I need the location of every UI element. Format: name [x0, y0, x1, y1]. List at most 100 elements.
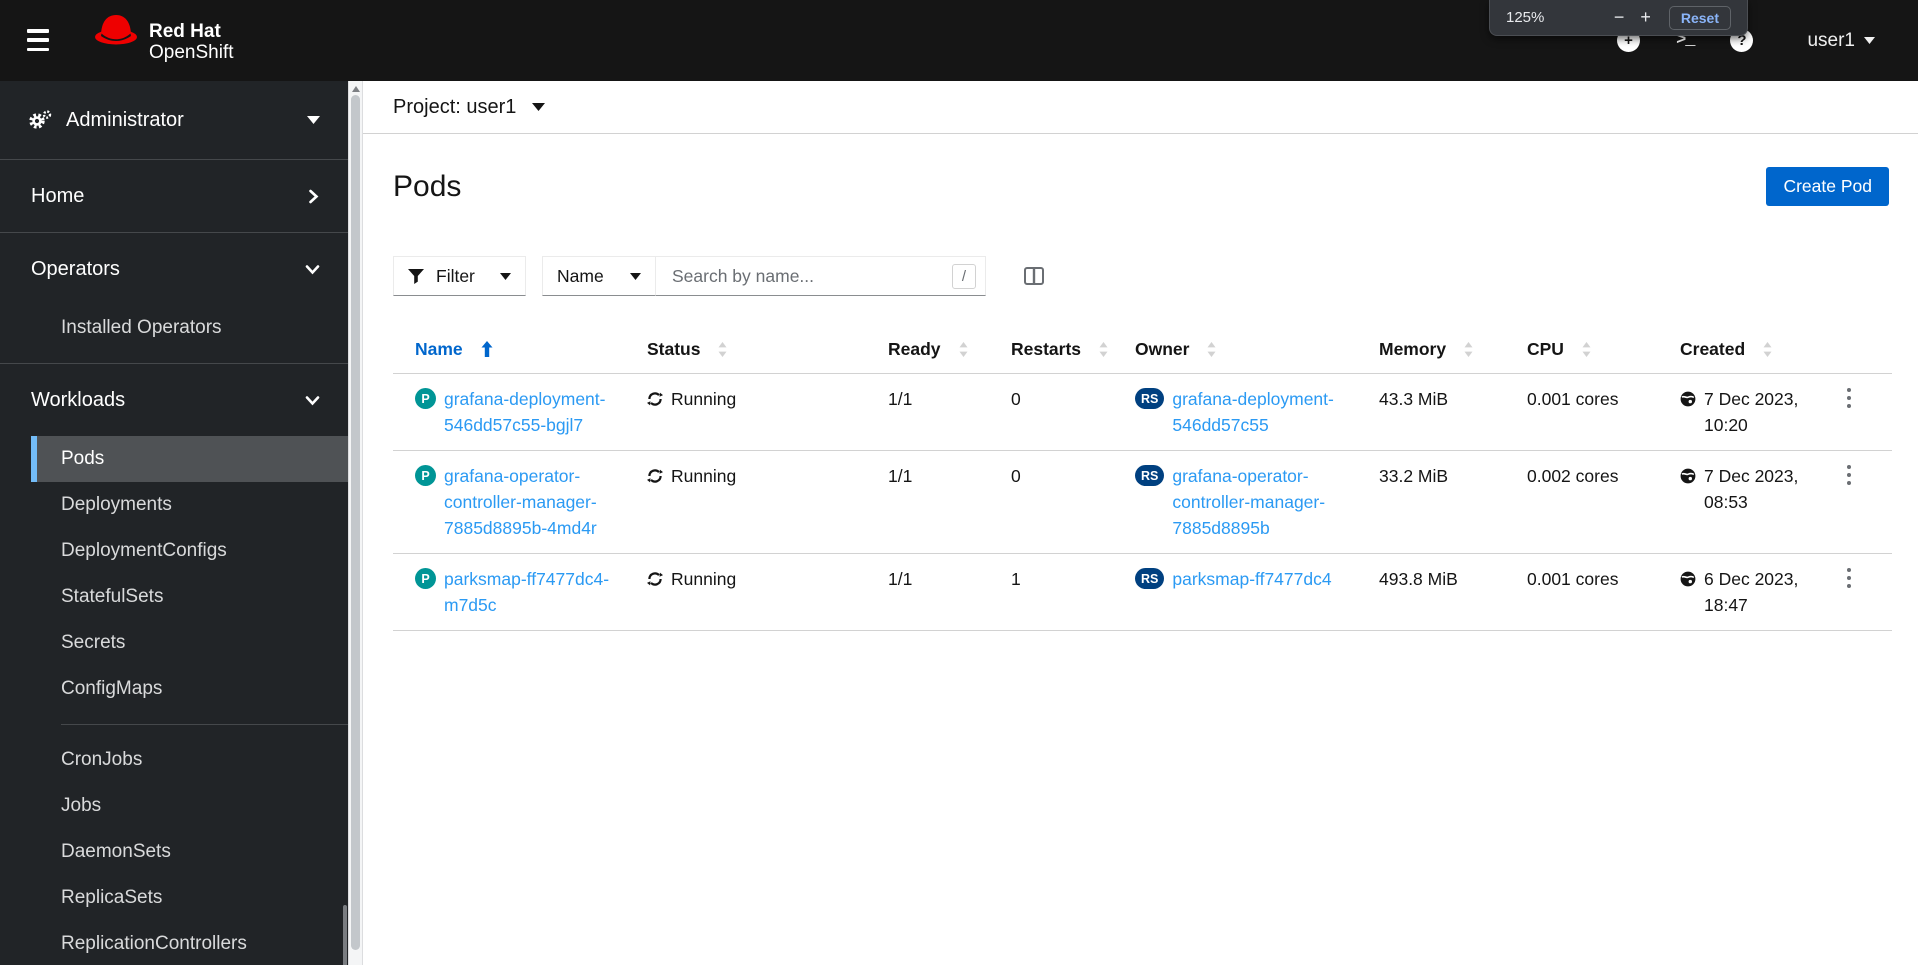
column-header-name[interactable]: Name	[393, 325, 625, 373]
redhat-openshift-logo[interactable]: Red Hat OpenShift	[93, 12, 234, 63]
pod-name-cell: P grafana-deployment-546dd57c55-bgjl7	[393, 374, 625, 450]
perspective-label: Administrator	[66, 108, 184, 131]
running-sync-icon	[647, 468, 663, 484]
page-title: Pods	[393, 170, 462, 203]
owner-link[interactable]: grafana-operator-controller-manager-7885…	[1172, 463, 1347, 541]
kebab-menu-icon[interactable]	[1822, 554, 1851, 592]
cpu-cell: 0.001 cores	[1527, 569, 1619, 589]
ready-cell: 1/1	[888, 466, 913, 486]
caret-down-icon	[500, 272, 511, 280]
sidebar-item-home[interactable]: Home	[0, 160, 348, 232]
pod-badge: P	[415, 388, 436, 409]
column-header-restarts[interactable]: Restarts	[989, 325, 1113, 373]
filter-dropdown[interactable]: Filter	[393, 256, 526, 296]
page-scrollbar[interactable]	[348, 81, 363, 965]
actions-cell	[1822, 374, 1892, 450]
restarts-cell: 0	[1011, 466, 1021, 486]
sidebar-item-secrets[interactable]: Secrets	[0, 620, 348, 666]
created-cell: 7 Dec 2023, 08:53	[1658, 451, 1822, 553]
chevron-right-icon	[307, 189, 320, 204]
user-menu[interactable]: user1	[1807, 30, 1875, 52]
sort-icon	[1464, 341, 1473, 357]
table-row: P parksmap-ff7477dc4-m7d5c Running 1/1 1…	[393, 554, 1892, 631]
pod-name-cell: P parksmap-ff7477dc4-m7d5c	[393, 554, 625, 630]
sidebar-item-configmaps[interactable]: ConfigMaps	[0, 666, 348, 712]
project-selector[interactable]: Project: user1	[393, 96, 546, 119]
sidebar-item-workloads[interactable]: Workloads	[0, 364, 348, 436]
sidebar-item-cronjobs[interactable]: CronJobs	[0, 737, 348, 783]
kebab-menu-icon[interactable]	[1822, 374, 1851, 412]
table-row: P grafana-deployment-546dd57c55-bgjl7 Ru…	[393, 374, 1892, 451]
replicaset-badge: RS	[1135, 388, 1165, 409]
project-bar: Project: user1	[363, 81, 1918, 134]
column-header-status[interactable]: Status	[625, 325, 866, 373]
kebab-menu-icon[interactable]	[1822, 451, 1851, 489]
globe-timestamp-icon	[1680, 391, 1696, 407]
actions-cell	[1822, 554, 1892, 630]
sidebar-item-operators[interactable]: Operators	[0, 233, 348, 305]
zoom-reset-button[interactable]: Reset	[1668, 5, 1731, 30]
nav-divider	[61, 724, 348, 725]
pod-link[interactable]: grafana-deployment-546dd57c55-bgjl7	[444, 386, 615, 438]
globe-timestamp-icon	[1680, 468, 1696, 484]
pod-link[interactable]: parksmap-ff7477dc4-m7d5c	[444, 566, 615, 618]
sort-icon	[1207, 341, 1216, 357]
logo-text-openshift: OpenShift	[149, 42, 234, 63]
cpu-cell: 0.002 cores	[1527, 466, 1619, 486]
ready-cell: 1/1	[888, 389, 913, 409]
column-header-owner[interactable]: Owner	[1113, 325, 1357, 373]
sidebar-item-installed-operators[interactable]: Installed Operators	[0, 305, 348, 351]
zoom-in-button[interactable]: +	[1632, 7, 1659, 28]
search-input[interactable]	[656, 256, 986, 296]
search-type-dropdown[interactable]: Name	[542, 256, 656, 296]
sort-icon	[718, 341, 727, 357]
sort-icon	[1099, 341, 1108, 357]
column-header-actions	[1822, 325, 1892, 373]
sidebar-item-replicationcontrollers[interactable]: ReplicationControllers	[0, 921, 348, 965]
zoom-out-button[interactable]: −	[1606, 7, 1633, 28]
sidebar-scrollbar-thumb[interactable]	[343, 905, 347, 965]
pod-link[interactable]: grafana-operator-controller-manager-7885…	[444, 463, 615, 541]
created-timestamp: 7 Dec 2023, 08:53	[1704, 466, 1799, 512]
table-row: P grafana-operator-controller-manager-78…	[393, 451, 1892, 554]
sidebar-item-jobs[interactable]: Jobs	[0, 783, 348, 829]
running-sync-icon	[647, 571, 663, 587]
table-header-row: Name Status Ready Restarts Owner Memory …	[393, 325, 1892, 374]
restarts-cell: 0	[1011, 389, 1021, 409]
scrollbar-up-arrow-icon[interactable]	[352, 86, 360, 92]
owner-cell: RS parksmap-ff7477dc4	[1113, 554, 1357, 630]
column-header-ready[interactable]: Ready	[866, 325, 989, 373]
sidebar-item-pods[interactable]: Pods	[31, 436, 348, 482]
status-cell: Running	[625, 451, 866, 553]
sidebar-item-deploymentconfigs[interactable]: DeploymentConfigs	[0, 528, 348, 574]
owner-link[interactable]: grafana-deployment-546dd57c55	[1172, 386, 1347, 438]
chevron-down-icon	[1864, 37, 1875, 44]
sort-ascending-arrow-icon	[481, 341, 493, 357]
sort-icon	[1763, 341, 1772, 357]
owner-link[interactable]: parksmap-ff7477dc4	[1172, 566, 1331, 592]
column-header-cpu[interactable]: CPU	[1505, 325, 1658, 373]
filter-funnel-icon	[408, 268, 424, 284]
scrollbar-thumb[interactable]	[351, 95, 360, 950]
replicaset-badge: RS	[1135, 465, 1165, 486]
sort-icon	[959, 341, 968, 357]
cpu-cell: 0.001 cores	[1527, 389, 1619, 409]
perspective-switcher[interactable]: Administrator	[0, 81, 348, 159]
sidebar-item-daemonsets[interactable]: DaemonSets	[0, 829, 348, 875]
created-timestamp: 6 Dec 2023, 18:47	[1704, 569, 1799, 615]
sidebar-item-replicasets[interactable]: ReplicaSets	[0, 875, 348, 921]
gears-icon	[28, 110, 52, 130]
caret-down-icon	[307, 116, 320, 124]
sidebar-item-statefulsets[interactable]: StatefulSets	[0, 574, 348, 620]
manage-columns-button[interactable]	[1022, 265, 1046, 287]
create-pod-button[interactable]: Create Pod	[1766, 167, 1889, 206]
sidebar-item-deployments[interactable]: Deployments	[0, 482, 348, 528]
column-header-created[interactable]: Created	[1658, 325, 1822, 373]
replicaset-badge: RS	[1135, 568, 1165, 589]
nav-toggle-hamburger-icon[interactable]	[27, 26, 49, 54]
created-cell: 6 Dec 2023, 18:47	[1658, 554, 1822, 630]
browser-zoom-popup: 125% − + Reset	[1489, 0, 1748, 36]
owner-cell: RS grafana-operator-controller-manager-7…	[1113, 451, 1357, 553]
restarts-cell: 1	[1011, 569, 1021, 589]
column-header-memory[interactable]: Memory	[1357, 325, 1505, 373]
